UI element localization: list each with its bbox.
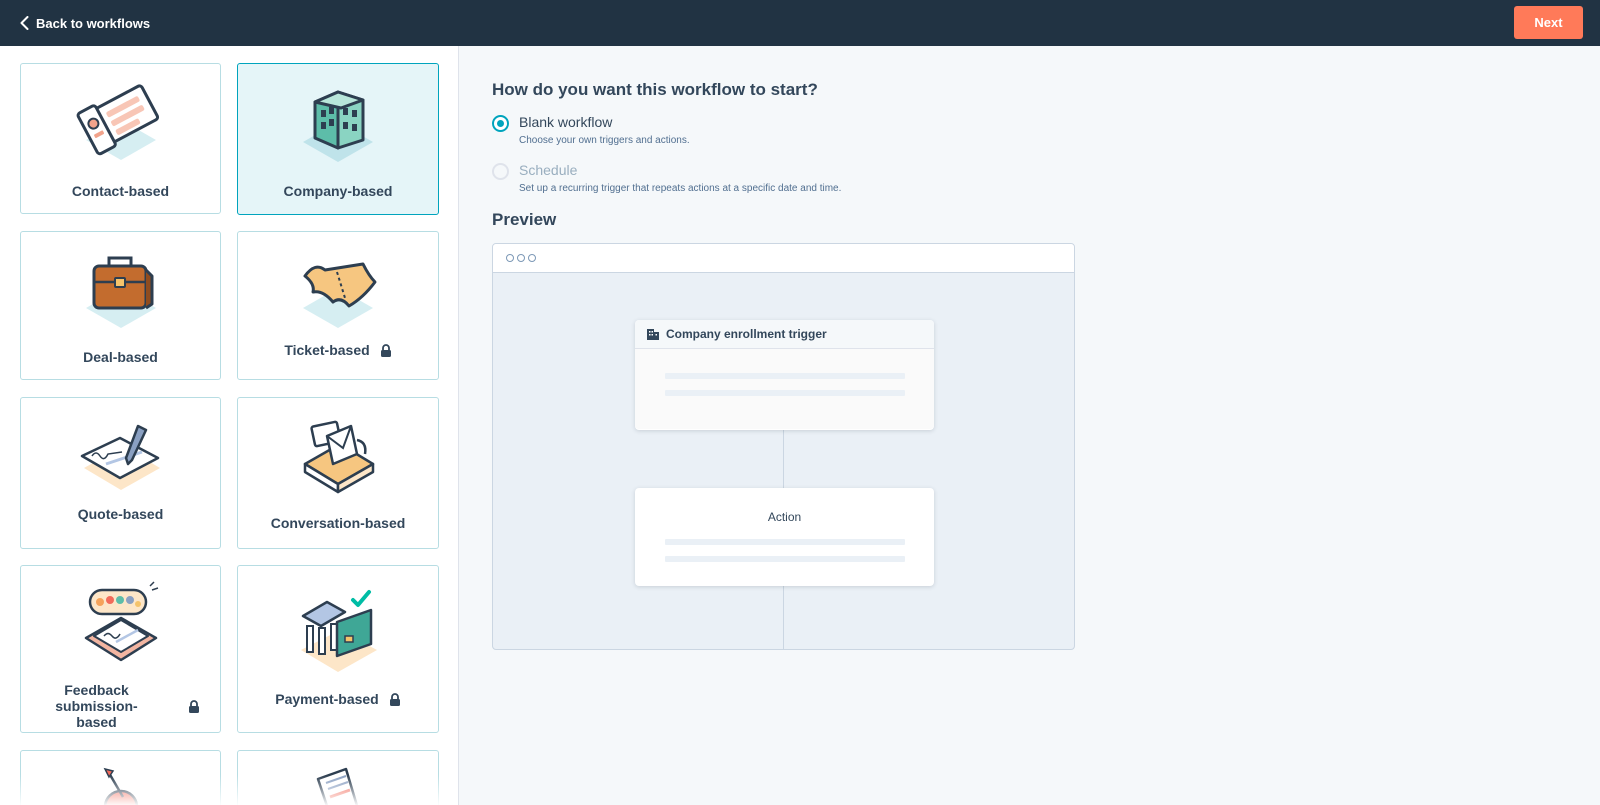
chevron-left-icon (20, 16, 29, 30)
card-feedback-submission-based[interactable]: Feedback submission-based (20, 565, 221, 733)
trigger-label: Company enrollment trigger (666, 327, 827, 341)
workflow-type-panel: Contact-based Company-based Deal-based T… (0, 46, 459, 805)
lock-icon (389, 692, 400, 706)
preview-heading: Preview (492, 210, 557, 229)
card-deal-based[interactable]: Deal-based (20, 231, 221, 380)
building-icon (303, 90, 373, 162)
schedule-radio[interactable] (492, 163, 509, 180)
card-partial-invoice[interactable] (237, 750, 439, 805)
card-label: Company-based (283, 183, 393, 199)
back-link-label: Back to workflows (36, 15, 151, 31)
placeholder-line (665, 390, 905, 396)
feedback-clipboard-icon (84, 581, 158, 662)
option-title: Schedule (519, 162, 578, 178)
preview-browser-bar (493, 244, 1074, 273)
invoice-document-icon (316, 767, 359, 805)
bank-card-icon (301, 590, 377, 672)
card-label: Deal-based (83, 349, 158, 365)
card-label: Ticket-based (284, 342, 370, 358)
window-dot-icon (517, 254, 525, 262)
action-label: Action (767, 510, 802, 524)
connector-line (783, 586, 784, 649)
window-dot-icon (528, 254, 536, 262)
placeholder-line (665, 556, 905, 562)
card-label: Quote-based (77, 506, 164, 522)
workflow-preview: Company enrollment trigger Action (492, 243, 1075, 650)
option-schedule[interactable]: Schedule Set up a recurring trigger that… (492, 162, 841, 194)
card-ticket-based[interactable]: Ticket-based (237, 231, 439, 380)
window-dot-icon (506, 254, 514, 262)
card-label: Contact-based (71, 183, 170, 199)
option-title: Blank workflow (519, 114, 613, 130)
connector-line (783, 430, 784, 488)
ticket-icon (303, 262, 377, 328)
enrollment-trigger-node: Company enrollment trigger (635, 320, 934, 430)
option-blank-workflow[interactable]: Blank workflow Choose your own triggers … (492, 114, 690, 146)
signed-quote-icon (80, 424, 160, 490)
next-button[interactable]: Next (1514, 6, 1583, 39)
card-contact-based[interactable]: Contact-based (20, 63, 221, 214)
card-label: Feedback submission-based (55, 682, 138, 730)
action-node: Action (635, 488, 934, 586)
card-partial-goal[interactable] (20, 750, 221, 805)
building-icon (647, 329, 659, 340)
placeholder-line (665, 373, 905, 379)
placeholder-line (665, 539, 905, 545)
briefcase-icon (85, 256, 156, 328)
blank-workflow-radio[interactable] (492, 115, 509, 132)
lock-icon (380, 343, 391, 357)
option-description: Set up a recurring trigger that repeats … (519, 183, 842, 194)
inbox-envelope-icon (303, 420, 375, 494)
card-payment-based[interactable]: Payment-based (237, 565, 439, 733)
option-description: Choose your own triggers and actions. (519, 135, 690, 146)
card-label: Payment-based (275, 691, 379, 707)
contact-card-icon (76, 84, 159, 160)
target-dart-icon (103, 767, 138, 805)
card-quote-based[interactable]: Quote-based (20, 397, 221, 549)
card-company-based[interactable]: Company-based (237, 63, 439, 215)
card-label: Conversation-based (270, 515, 406, 531)
lock-icon (188, 699, 199, 713)
card-conversation-based[interactable]: Conversation-based (237, 397, 439, 549)
start-question-heading: How do you want this workflow to start? (492, 80, 818, 99)
back-to-workflows-link[interactable]: Back to workflows (20, 13, 150, 33)
top-bar: Back to workflows Next (0, 0, 1600, 46)
